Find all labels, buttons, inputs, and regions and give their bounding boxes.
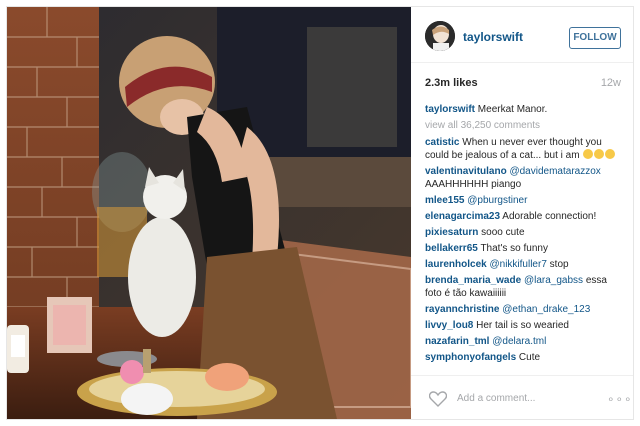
- follow-button[interactable]: FOLLOW: [569, 27, 621, 49]
- photo-illustration: [7, 7, 411, 419]
- comment: mlee155 @pburgstiner: [425, 194, 625, 207]
- emoji-icon: [594, 149, 605, 159]
- comment-username[interactable]: symphonyofangels: [425, 352, 516, 363]
- caption-text: Meerkat Manor.: [477, 104, 548, 115]
- caption: taylorswift Meerkat Manor.: [425, 103, 625, 116]
- add-comment-input[interactable]: Add a comment...: [457, 393, 535, 404]
- comment: brenda_maria_wade @lara_gabss essa foto …: [425, 274, 625, 300]
- more-options-icon[interactable]: ∘∘∘: [607, 392, 633, 406]
- comment-username[interactable]: nazafarin_tml: [425, 336, 489, 347]
- comment-text: Adorable connection!: [502, 211, 597, 222]
- comment-text: That's so funny: [480, 243, 548, 254]
- comment-username[interactable]: bellakerr65: [425, 243, 478, 254]
- comment: laurenholcek @nikkifuller7 stop: [425, 258, 625, 271]
- comment: nazafarin_tml @delara.tml: [425, 335, 625, 348]
- comment-mention[interactable]: @ethan_drake_123: [502, 304, 590, 315]
- instagram-post: taylorswift FOLLOW 2.3m likes 12w taylor…: [6, 6, 634, 420]
- comment-username[interactable]: brenda_maria_wade: [425, 275, 521, 286]
- likes-count[interactable]: 2.3m likes: [425, 77, 478, 89]
- comment: elenagarcima23 Adorable connection!: [425, 210, 625, 223]
- comment: valentinavitulano @davidematarazzox AAAH…: [425, 165, 625, 191]
- heart-icon[interactable]: [428, 391, 448, 412]
- comment-username[interactable]: laurenholcek: [425, 259, 487, 270]
- avatar[interactable]: [425, 21, 455, 51]
- heart-icon-shape: [428, 391, 448, 407]
- post-age: 12w: [600, 77, 621, 89]
- view-all-comments-link[interactable]: view all 36,250 comments: [425, 119, 625, 132]
- comment: pixiesaturn sooo cute: [425, 226, 625, 239]
- avatar-image: [425, 21, 455, 51]
- comment-username[interactable]: livvy_lou8: [425, 320, 473, 331]
- comment: livvy_lou8 Her tail is so wearied: [425, 319, 625, 332]
- caption-username[interactable]: taylorswift: [425, 104, 475, 115]
- comment-username[interactable]: mlee155: [425, 195, 464, 206]
- comment-mention[interactable]: @davidematarazzox: [509, 166, 600, 177]
- comment-username[interactable]: elenagarcima23: [425, 211, 500, 222]
- comment-text: AAAHHHHHH piango: [425, 179, 522, 190]
- comment: catistic When u never ever thought you c…: [425, 136, 625, 162]
- comment-text: Cute: [518, 352, 541, 363]
- comment: rayannchristine @ethan_drake_123: [425, 303, 625, 316]
- emoji-icon: [583, 149, 594, 159]
- comment-username[interactable]: valentinavitulano: [425, 166, 507, 177]
- post-photo[interactable]: [7, 7, 411, 419]
- comment-username[interactable]: rayannchristine: [425, 304, 499, 315]
- post-footer: Add a comment... ∘∘∘: [411, 375, 633, 419]
- comment-text: stop: [549, 259, 569, 270]
- comment-mention[interactable]: @lara_gabss: [524, 275, 583, 286]
- post-sidebar: taylorswift FOLLOW 2.3m likes 12w taylor…: [411, 7, 633, 419]
- emoji-icon: [605, 149, 616, 159]
- comment-username[interactable]: catistic: [425, 137, 459, 148]
- comment-mention[interactable]: @nikkifuller7: [489, 259, 546, 270]
- comment: symphonyofangels Cute: [425, 351, 625, 364]
- comment-username[interactable]: pixiesaturn: [425, 227, 478, 238]
- comment-mention[interactable]: @delara.tml: [492, 336, 546, 347]
- comment-text: Her tail is so wearied: [476, 320, 569, 331]
- username-link[interactable]: taylorswift: [463, 30, 523, 44]
- comment-text: sooo cute: [481, 227, 525, 238]
- post-header: taylorswift FOLLOW: [411, 7, 633, 63]
- comment: bellakerr65 That's so funny: [425, 242, 625, 255]
- post-meta: 2.3m likes 12w: [425, 77, 621, 91]
- comment-mention[interactable]: @pburgstiner: [467, 195, 527, 206]
- comments-list: taylorswift Meerkat Manor. view all 36,2…: [425, 103, 625, 367]
